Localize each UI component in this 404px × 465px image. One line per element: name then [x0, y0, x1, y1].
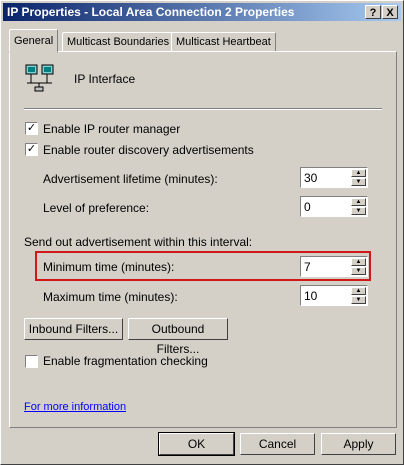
- level-of-preference-spin-buttons[interactable]: ▲ ▼: [351, 198, 366, 215]
- enable-fragmentation-checkbox[interactable]: [25, 355, 38, 368]
- tab-multicast-heartbeat[interactable]: Multicast Heartbeat: [171, 32, 276, 51]
- level-of-preference-label: Level of preference:: [43, 201, 150, 215]
- close-button[interactable]: X: [382, 5, 398, 19]
- advertisement-lifetime-spin-buttons[interactable]: ▲ ▼: [351, 169, 366, 186]
- minimum-time-spin-buttons[interactable]: ▲ ▼: [351, 258, 366, 275]
- enable-router-discovery-checkbox[interactable]: ✓: [25, 143, 38, 156]
- spin-down-icon[interactable]: ▼: [351, 207, 366, 215]
- more-information-link[interactable]: For more information: [24, 401, 126, 413]
- general-panel: IP Interface ✓ Enable IP router manager …: [9, 51, 397, 428]
- spin-up-icon[interactable]: ▲: [351, 169, 366, 177]
- enable-fragmentation-label: Enable fragmentation checking: [43, 354, 208, 368]
- level-of-preference-value[interactable]: 0: [304, 200, 311, 214]
- enable-ip-router-manager-label: Enable IP router manager: [43, 122, 181, 136]
- properties-dialog: IP Properties - Local Area Connection 2 …: [0, 0, 404, 465]
- minimum-time-label: Minimum time (minutes):: [43, 260, 175, 274]
- minimum-time-spinner[interactable]: 7 ▲ ▼: [300, 256, 368, 277]
- advertisement-lifetime-value[interactable]: 30: [304, 171, 317, 185]
- window-title: IP Properties - Local Area Connection 2 …: [7, 5, 295, 19]
- spin-up-icon[interactable]: ▲: [351, 287, 366, 295]
- spin-down-icon[interactable]: ▼: [351, 267, 366, 275]
- maximum-time-spinner[interactable]: 10 ▲ ▼: [300, 285, 368, 306]
- ip-interface-label: IP Interface: [74, 72, 136, 86]
- cancel-button[interactable]: Cancel: [240, 433, 315, 455]
- help-button[interactable]: ?: [365, 5, 381, 19]
- ok-button[interactable]: OK: [158, 432, 235, 456]
- enable-router-discovery-label: Enable router discovery advertisements: [43, 143, 254, 157]
- inbound-filters-button[interactable]: Inbound Filters...: [24, 318, 123, 340]
- spin-up-icon[interactable]: ▲: [351, 198, 366, 206]
- spin-down-icon[interactable]: ▼: [351, 178, 366, 186]
- maximum-time-value[interactable]: 10: [304, 289, 317, 303]
- interval-caption: Send out advertisement within this inter…: [24, 235, 253, 249]
- network-interface-icon: [24, 63, 56, 93]
- outbound-filters-button[interactable]: Outbound Filters...: [128, 318, 228, 356]
- title-bar[interactable]: IP Properties - Local Area Connection 2 …: [3, 3, 401, 21]
- advertisement-lifetime-label: Advertisement lifetime (minutes):: [43, 172, 218, 186]
- maximum-time-spin-buttons[interactable]: ▲ ▼: [351, 287, 366, 304]
- advertisement-lifetime-spinner[interactable]: 30 ▲ ▼: [300, 167, 368, 188]
- tab-multicast-boundaries[interactable]: Multicast Boundaries: [62, 32, 175, 51]
- tab-general[interactable]: General: [9, 29, 59, 53]
- maximum-time-label: Maximum time (minutes):: [43, 290, 178, 304]
- spin-down-icon[interactable]: ▼: [351, 296, 366, 304]
- minimum-time-value[interactable]: 7: [304, 260, 311, 274]
- separator: [24, 108, 382, 110]
- spin-up-icon[interactable]: ▲: [351, 258, 366, 266]
- enable-ip-router-manager-checkbox[interactable]: ✓: [25, 122, 38, 135]
- apply-button[interactable]: Apply: [321, 433, 396, 455]
- level-of-preference-spinner[interactable]: 0 ▲ ▼: [300, 196, 368, 217]
